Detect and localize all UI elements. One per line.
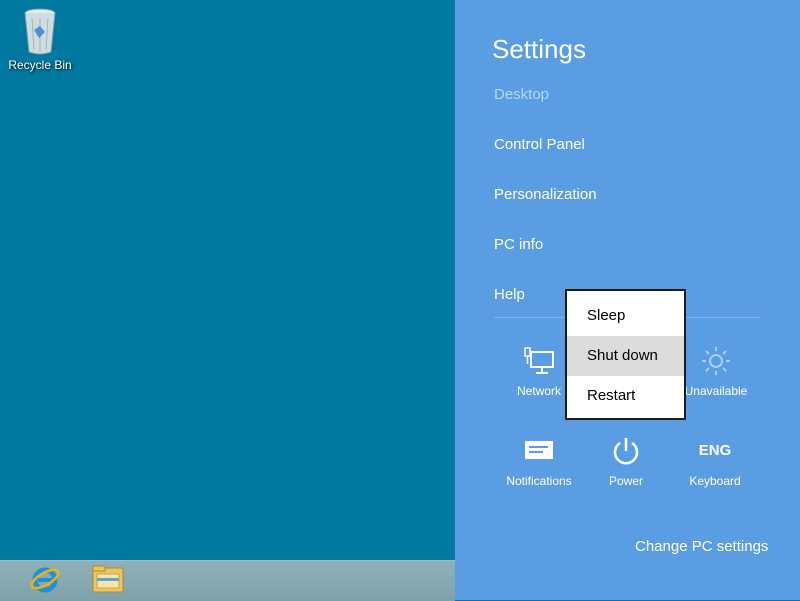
menu-item-desktop: Desktop <box>494 86 550 103</box>
tile-brightness-label: Unavailable <box>684 384 748 398</box>
tile-keyboard-label: Keyboard <box>689 474 741 488</box>
tile-network-label: Network <box>516 384 561 398</box>
recycle-bin-icon <box>20 6 60 56</box>
menu-item-help[interactable]: Help <box>494 286 525 303</box>
tile-notifications[interactable]: Notifications <box>499 434 579 488</box>
settings-title: Settings <box>492 34 586 64</box>
power-menu-sleep[interactable]: Sleep <box>567 296 684 336</box>
menu-item-personalization[interactable]: Personalization <box>494 186 597 203</box>
internet-explorer-icon <box>29 563 61 600</box>
tile-power-label: Power <box>608 474 643 488</box>
tile-power[interactable]: Power <box>586 434 666 488</box>
notifications-icon <box>499 434 579 468</box>
brightness-icon <box>676 344 756 378</box>
tile-notifications-label: Notifications <box>506 474 572 488</box>
power-menu-restart[interactable]: Restart <box>567 376 684 416</box>
desktop: Recycle Bin <box>0 0 455 601</box>
recycle-bin-label: Recycle Bin <box>8 58 72 72</box>
keyboard-language-icon: ENG <box>698 442 732 459</box>
file-explorer-icon <box>91 564 125 599</box>
menu-item-control-panel[interactable]: Control Panel <box>494 136 585 153</box>
tile-brightness: Unavailable <box>676 344 756 398</box>
power-menu-shut-down[interactable]: Shut down <box>567 336 684 376</box>
recycle-bin[interactable]: Recycle Bin <box>6 6 74 72</box>
change-pc-settings-link[interactable]: Change PC settings <box>635 538 768 555</box>
menu-item-pc-info[interactable]: PC info <box>494 236 543 253</box>
taskbar <box>0 560 455 601</box>
power-menu: Sleep Shut down Restart <box>565 289 686 420</box>
power-icon <box>586 434 666 468</box>
file-explorer-button[interactable] <box>83 561 133 601</box>
internet-explorer-button[interactable] <box>20 561 70 601</box>
tile-keyboard[interactable]: ENG Keyboard <box>675 434 755 488</box>
